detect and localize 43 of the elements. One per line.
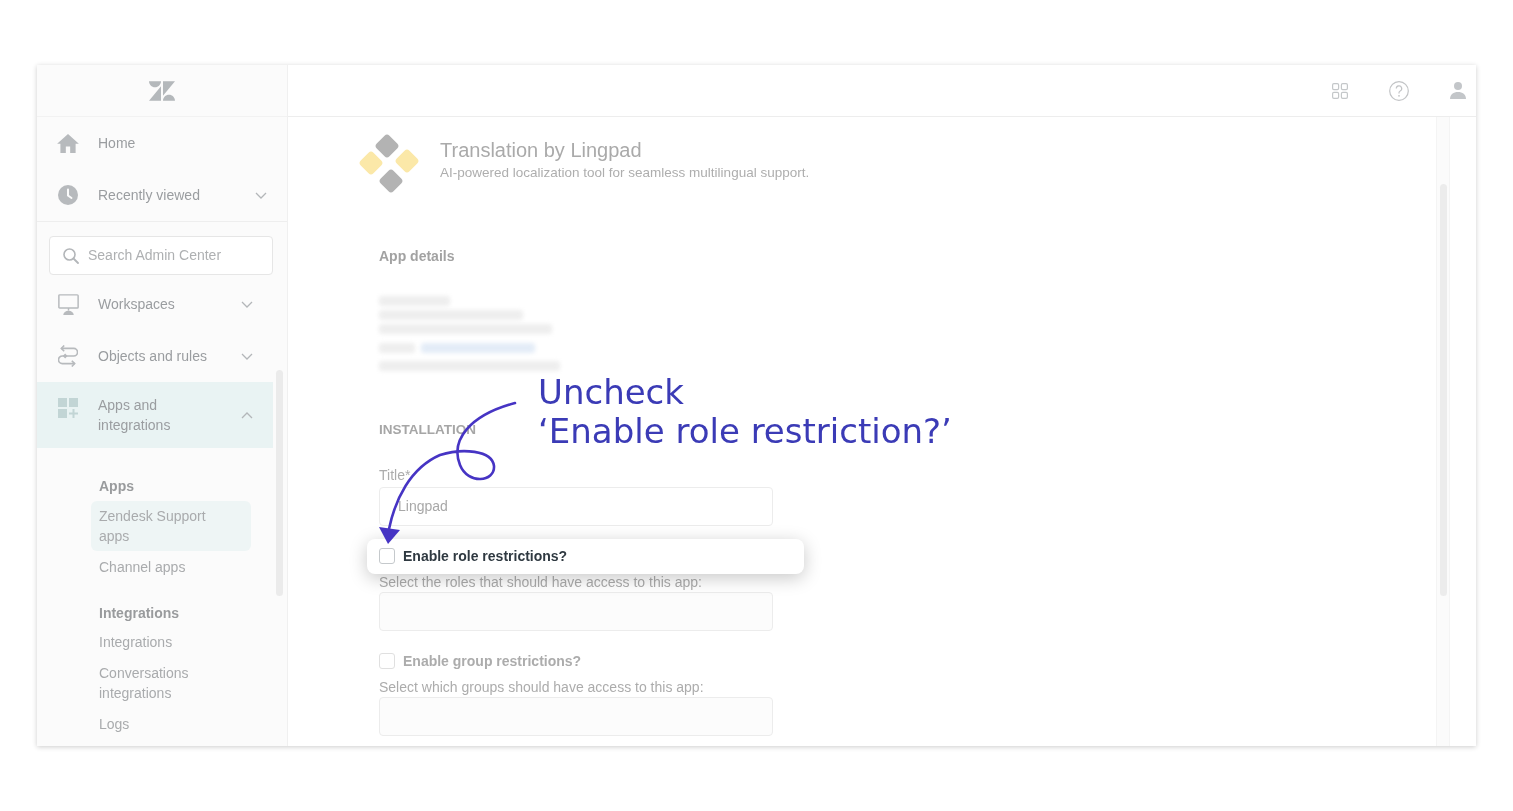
logo-icon[interactable] [149,80,175,101]
search-icon [63,247,79,264]
sidebar-item[interactable]: Apps and integrations [37,382,273,448]
checkbox[interactable] [379,548,395,565]
search-bar[interactable]: Search Admin Center [49,236,273,275]
sidebar-item[interactable]: Workspaces [37,278,273,330]
app-title: Translation by Lingpad [440,138,642,162]
sidebar-subitem[interactable]: Logs [91,709,251,739]
checkbox-label[interactable]: Enable role restrictions? [403,545,568,567]
checkbox-label[interactable]: Enable group restrictions? [403,650,582,672]
annotation-text: ‘Enable role restriction?’ [538,412,952,451]
sidebar-item[interactable]: Home [37,117,287,169]
text-field[interactable]: Lingpad [379,486,773,526]
sidebar-subitem[interactable]: Integrations [91,627,251,657]
sidebar-item[interactable]: Recently viewed [37,169,287,221]
field-label: Title* [379,465,411,484]
field-hint: Select the roles that should have access to this app: [379,573,702,590]
arrows-icon [58,345,78,367]
nav-group-heading: Apps [99,477,134,496]
section-heading: App details [379,247,455,265]
sidebar-item[interactable]: Objects and rules [37,330,273,382]
chevron-down-icon[interactable] [255,191,267,199]
chevron-down-icon[interactable] [241,352,253,360]
sidebar-subitem[interactable]: Conversations integrations [91,658,251,708]
clock-icon [58,185,78,205]
sidebar-subitem[interactable]: Channel apps [91,552,251,582]
chevron-down-icon[interactable] [241,300,253,308]
nav-group-heading: Integrations [99,604,180,623]
scrollbar[interactable] [1436,117,1450,746]
field-hint: Select which groups should have access to this app: [379,678,704,695]
checkbox[interactable] [379,653,395,670]
home-icon [57,133,79,153]
annotation-text: Uncheck [538,373,684,412]
chevron-up-icon[interactable] [241,411,253,419]
sidebar-subitem[interactable]: Zendesk Support apps [91,501,251,551]
help-icon[interactable] [1389,80,1409,101]
app-description: AI-powered localization tool for seamless multilingual support. [440,164,810,182]
puzzle-logo-icon [358,133,420,195]
search-field[interactable]: Search Admin Center [88,245,258,266]
grid-plus-icon [58,398,78,418]
user-icon[interactable] [1450,82,1466,99]
grid-icon[interactable] [1332,82,1348,99]
monitor-icon [57,293,79,315]
